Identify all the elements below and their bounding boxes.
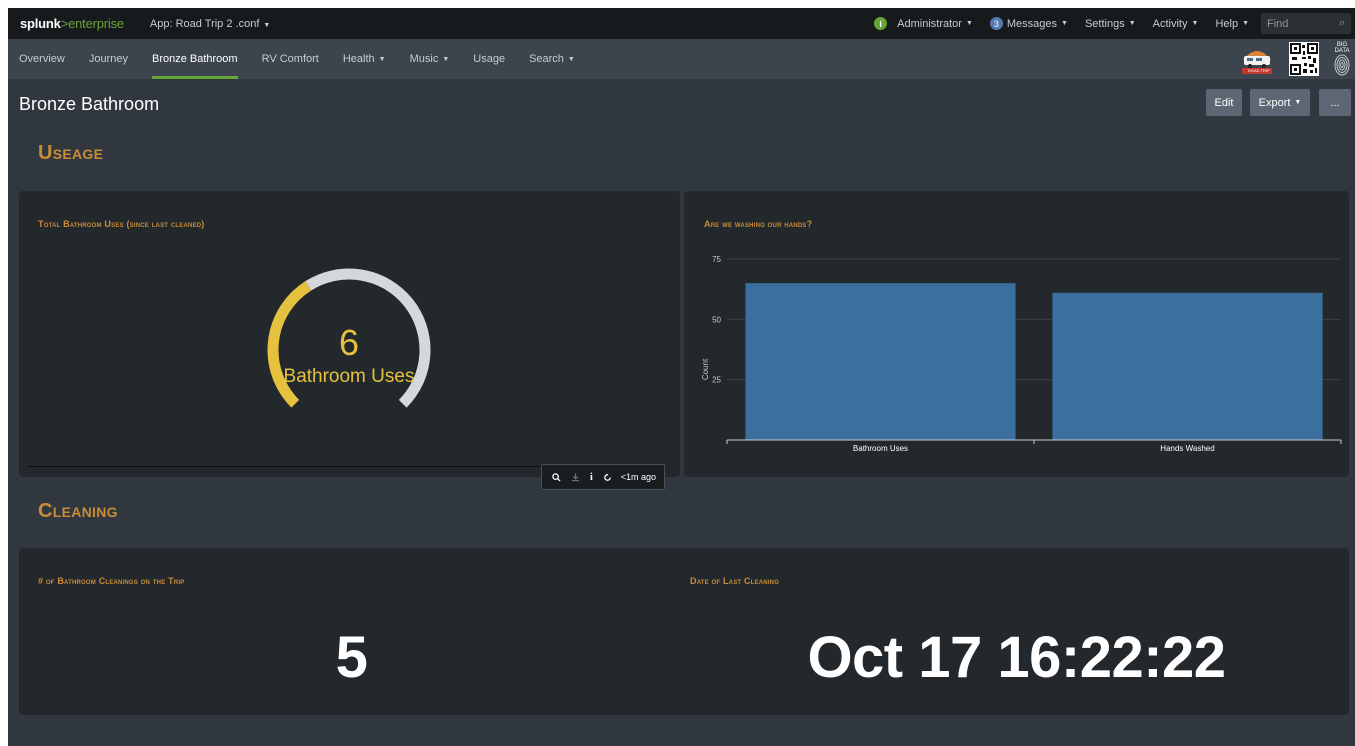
time-ago-label: <1m ago [620, 472, 657, 482]
panel-row-cleaning: # of Bathroom Cleanings on the Trip 5 Da… [19, 548, 1349, 715]
page-title: Bronze Bathroom [19, 94, 160, 114]
single-value-cleanings: 5 [335, 625, 368, 690]
nav-label: Journey [88, 53, 128, 65]
caret-down-icon: ▼ [1128, 20, 1136, 27]
settings-label: Settings [1084, 17, 1125, 30]
search-icon: ⌕ [1338, 17, 1345, 29]
refresh-icon-graphic [603, 472, 611, 481]
app-nav-bar: Overview Journey Bronze Bathroom RV Comf… [8, 39, 1355, 79]
y-axis-label: Count [701, 358, 710, 380]
refresh-icon[interactable] [603, 472, 612, 482]
info-icon: i [874, 17, 888, 30]
caret-down-icon: ▼ [567, 55, 575, 63]
big-data-text: BIG DATA [1334, 42, 1350, 54]
nav-item-usage[interactable]: Usage [473, 39, 505, 79]
help-menu[interactable]: Help ▼ [1215, 18, 1249, 30]
section-title-useage: Useage [38, 142, 104, 164]
activity-menu[interactable]: Activity ▼ [1153, 18, 1199, 30]
app-menu[interactable]: App: Road Trip 2 .conf ▼ [150, 18, 270, 30]
caret-down-icon: ▼ [1242, 20, 1249, 27]
caret-down-icon: ▼ [1294, 99, 1302, 106]
caret-down-icon: ▼ [263, 21, 271, 29]
messages-menu[interactable]: 3 Messages ▼ [989, 17, 1068, 30]
road-trip-logo-text: ROAD TRIP [1248, 68, 1270, 73]
panel-divider [27, 466, 552, 467]
caret-down-icon: ▼ [1191, 20, 1199, 27]
big-data-fingerprint-logo: BIG DATA [1333, 42, 1351, 76]
y-tick-label: 75 [712, 255, 721, 264]
find-input[interactable]: Find ⌕ [1261, 13, 1351, 34]
fingerprint-icon [1334, 54, 1350, 76]
caret-down-icon: ▼ [1061, 20, 1068, 27]
panel-toolbar: i <1m ago [541, 464, 665, 490]
nav-label: Usage [473, 53, 506, 65]
more-actions-button[interactable]: ... [1319, 89, 1351, 116]
info-icon[interactable]: i [590, 472, 593, 483]
edit-button[interactable]: Edit [1206, 89, 1242, 116]
qr-code-image [1289, 42, 1319, 76]
export-download-icon[interactable] [571, 472, 580, 482]
panel-washing-hands: Are we washing our hands? 25 50 75 Count Bat… [684, 191, 1349, 477]
nav-item-music[interactable]: Music ▼ [410, 39, 450, 79]
nav-item-bronze-bathroom[interactable]: Bronze Bathroom [151, 39, 238, 79]
export-button[interactable]: Export ▼ [1250, 89, 1310, 116]
y-tick-label: 50 [712, 315, 721, 324]
splunk-logo[interactable]: splunk>enterprise [20, 16, 124, 31]
app-bar: splunk>enterprise App: Road Trip 2 .conf… [8, 8, 1355, 39]
help-label: Help [1215, 17, 1239, 30]
x-tick-label: Hands Washed [1160, 444, 1214, 453]
administrator-menu[interactable]: i Administrator ▼ [874, 17, 973, 30]
system-menus: i Administrator ▼ 3 Messages ▼ Settings ▼ A… [874, 8, 1355, 39]
nav-item-search[interactable]: Search ▼ [529, 39, 575, 79]
export-label: Export [1258, 96, 1291, 109]
search-icon[interactable] [552, 472, 561, 482]
panel-total-bathroom-uses: Total Bathroom Uses (since last cleaned)… [19, 191, 680, 477]
splunk-app: splunk>enterprise App: Road Trip 2 .conf… [8, 8, 1355, 746]
logo-gt: > [60, 16, 69, 31]
road-trip-logo: ROAD TRIP [1239, 42, 1275, 76]
nav-label: Music [409, 53, 439, 65]
bar [1052, 292, 1323, 440]
activity-label: Activity [1152, 17, 1188, 30]
caret-down-icon: ▼ [442, 55, 450, 63]
nav-label: RV Comfort [261, 53, 319, 65]
nav-label: Bronze Bathroom [151, 53, 238, 65]
messages-count-badge: 3 [989, 17, 1003, 30]
settings-menu[interactable]: Settings ▼ [1085, 18, 1136, 30]
search-icon-graphic [552, 472, 561, 482]
gauge-value: 6 [339, 322, 359, 363]
nav-label: Search [529, 53, 564, 65]
gauge-unit-label: Bathroom Uses [284, 366, 415, 387]
administrator-label: Administrator [897, 17, 962, 30]
x-tick-label: Bathroom Uses [853, 444, 908, 453]
caret-down-icon: ▼ [378, 55, 386, 63]
nav-label: Health [342, 53, 375, 65]
app-menu-label: App: Road Trip 2 .conf [149, 17, 260, 30]
panel-title-cleanings: # of Bathroom Cleanings on the Trip [38, 576, 185, 586]
bar-chart: 25 50 75 Count Bathroom Uses Hands Washed [701, 255, 1342, 453]
radial-gauge: 6 Bathroom Uses [267, 268, 431, 408]
find-placeholder: Find [1267, 17, 1289, 30]
section-title-cleaning: Cleaning [38, 500, 118, 522]
nav-item-overview[interactable]: Overview [19, 39, 65, 79]
logo-text-splunk: splunk [20, 16, 61, 31]
nav-item-health[interactable]: Health ▼ [343, 39, 386, 79]
messages-label: Messages [1006, 17, 1058, 30]
download-icon-graphic [571, 473, 580, 482]
nav-logos: ROAD TRIP BIG DATA [1239, 42, 1351, 76]
caret-down-icon: ▼ [965, 20, 973, 27]
nav-label: Overview [19, 53, 65, 65]
nav-item-rv-comfort[interactable]: RV Comfort [262, 39, 319, 79]
single-value-last-cleaning: Oct 17 16:22:22 [807, 625, 1226, 690]
nav-item-journey[interactable]: Journey [89, 39, 128, 79]
panel-title-last-cleaning: Date of Last Cleaning [690, 576, 780, 586]
y-tick-label: 25 [712, 376, 721, 385]
logo-text-enterprise: enterprise [68, 16, 124, 31]
qr-code-graphic [1290, 43, 1318, 75]
bar [745, 283, 1016, 440]
